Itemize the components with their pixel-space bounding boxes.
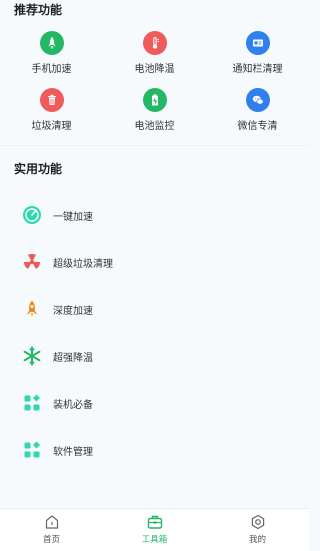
tab-home[interactable]: 首页 — [0, 514, 103, 545]
list-item-essential-apps[interactable]: 装机必备 — [0, 385, 309, 421]
practical-section-title: 实用功能 — [14, 162, 63, 176]
grid-item-battery-monitor[interactable]: 电池监控 — [103, 88, 206, 132]
tab-toolbox[interactable]: 工具箱 — [103, 514, 206, 545]
grid-item-label: 垃圾清理 — [31, 121, 72, 132]
list-item-label: 一键加速 — [53, 211, 93, 223]
grid-item-junk-clean[interactable]: 垃圾清理 — [0, 88, 103, 132]
battery-icon — [142, 88, 167, 112]
thermometer-icon — [142, 31, 167, 55]
list-item-label: 深度加速 — [53, 305, 93, 317]
list-item-software-management[interactable]: 软件管理 — [0, 432, 309, 468]
grid-item-battery-cooling[interactable]: 电池降温 — [103, 31, 206, 75]
grid-item-label: 电池监控 — [134, 121, 175, 132]
radiation-icon — [21, 251, 43, 273]
tab-mine[interactable]: 我的 — [206, 514, 309, 545]
list-item-deep-speedup[interactable]: 深度加速 — [0, 291, 309, 327]
grid-item-label: 电池降温 — [134, 64, 175, 75]
snowflake-icon — [21, 345, 43, 367]
section-divider — [0, 145, 309, 146]
apps-grid-icon — [21, 392, 43, 414]
notification-card-icon — [245, 31, 270, 55]
toolbox-icon — [147, 514, 163, 530]
rocket-icon — [39, 31, 64, 55]
list-item-label: 超强降温 — [53, 352, 93, 364]
rocket-icon — [21, 298, 43, 320]
apps-grid-icon — [21, 439, 43, 461]
bottom-tab-bar: 首页 工具箱 我的 — [0, 508, 309, 551]
list-item-label: 超级垃圾清理 — [53, 258, 113, 270]
tab-label: 我的 — [248, 535, 266, 545]
grid-item-label: 通知栏清理 — [232, 64, 283, 75]
tab-label: 首页 — [42, 535, 60, 545]
grid-item-phone-speedup[interactable]: 手机加速 — [0, 31, 103, 75]
speedometer-icon — [21, 204, 43, 226]
tab-label: 工具箱 — [141, 535, 168, 545]
grid-item-notification-clean[interactable]: 通知栏清理 — [206, 31, 309, 75]
trash-icon — [39, 88, 64, 112]
profile-icon — [250, 514, 266, 530]
home-icon — [44, 514, 60, 530]
grid-item-wechat-clean[interactable]: 微信专清 — [206, 88, 309, 132]
list-item-super-cooling[interactable]: 超强降温 — [0, 338, 309, 374]
list-item-one-key-speedup[interactable]: 一键加速 — [0, 197, 309, 233]
list-item-label: 软件管理 — [53, 446, 93, 458]
grid-item-label: 手机加速 — [31, 64, 72, 75]
list-item-label: 装机必备 — [53, 399, 93, 411]
grid-item-label: 微信专清 — [237, 121, 278, 132]
recommended-section-title: 推荐功能 — [14, 3, 63, 17]
wechat-icon — [245, 88, 270, 112]
list-item-super-junk-clean[interactable]: 超级垃圾清理 — [0, 244, 309, 280]
